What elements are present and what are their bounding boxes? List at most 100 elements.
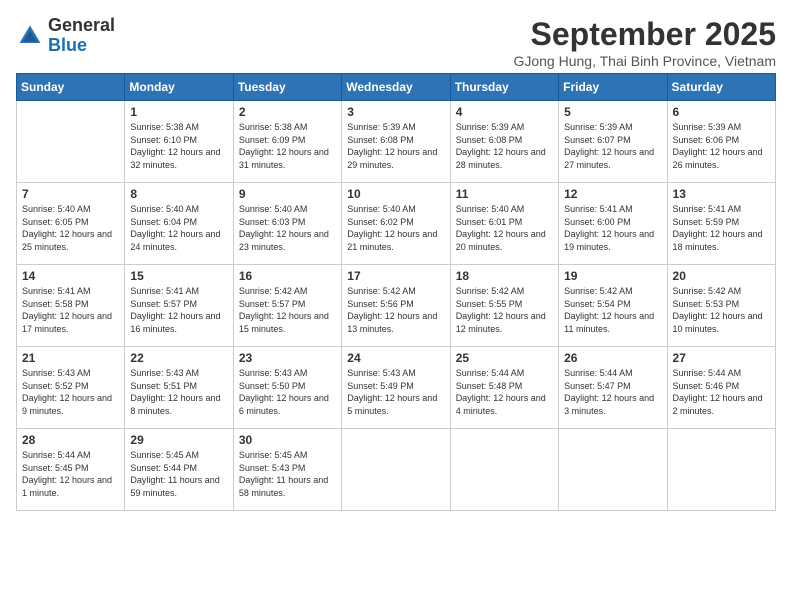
day-info: Sunrise: 5:39 AMSunset: 6:08 PMDaylight:…	[456, 121, 553, 171]
week-row-1: 1Sunrise: 5:38 AMSunset: 6:10 PMDaylight…	[17, 101, 776, 183]
day-info: Sunrise: 5:45 AMSunset: 5:43 PMDaylight:…	[239, 449, 336, 499]
column-header-thursday: Thursday	[450, 74, 558, 101]
day-info: Sunrise: 5:43 AMSunset: 5:52 PMDaylight:…	[22, 367, 119, 417]
day-cell: 27 Sunrise: 5:44 AMSunset: 5:46 PMDayligh…	[667, 347, 775, 429]
header-row: SundayMondayTuesdayWednesdayThursdayFrid…	[17, 74, 776, 101]
day-number: 16	[239, 269, 336, 283]
day-cell: 2 Sunrise: 5:38 AMSunset: 6:09 PMDaylight…	[233, 101, 341, 183]
day-number: 28	[22, 433, 119, 447]
day-cell	[667, 429, 775, 511]
day-info: Sunrise: 5:38 AMSunset: 6:09 PMDaylight:…	[239, 121, 336, 171]
day-cell: 14Sunrise: 5:41 AMSunset: 5:58 PMDayligh…	[17, 265, 125, 347]
day-cell: 18 Sunrise: 5:42 AMSunset: 5:55 PMDayligh…	[450, 265, 558, 347]
day-info: Sunrise: 5:40 AMSunset: 6:01 PMDaylight:…	[456, 203, 553, 253]
day-info: Sunrise: 5:43 AMSunset: 5:49 PMDaylight:…	[347, 367, 444, 417]
day-number: 18	[456, 269, 553, 283]
day-cell: 21 Sunrise: 5:43 AMSunset: 5:52 PMDayligh…	[17, 347, 125, 429]
day-cell: 29 Sunrise: 5:45 AMSunset: 5:44 PMDayligh…	[125, 429, 233, 511]
column-header-friday: Friday	[559, 74, 667, 101]
day-cell: 15Sunrise: 5:41 AMSunset: 5:57 PMDayligh…	[125, 265, 233, 347]
day-number: 26	[564, 351, 661, 365]
day-info: Sunrise: 5:42 AMSunset: 5:55 PMDaylight:…	[456, 285, 553, 335]
column-header-saturday: Saturday	[667, 74, 775, 101]
day-cell: 12 Sunrise: 5:41 AMSunset: 6:00 PMDayligh…	[559, 183, 667, 265]
day-info: Sunrise: 5:41 AMSunset: 5:59 PMDaylight:…	[673, 203, 770, 253]
day-info: Sunrise: 5:40 AMSunset: 6:05 PMDaylight:…	[22, 203, 119, 253]
column-header-sunday: Sunday	[17, 74, 125, 101]
day-number: 21	[22, 351, 119, 365]
day-info: Sunrise: 5:42 AMSunset: 5:54 PMDaylight:…	[564, 285, 661, 335]
day-number: 5	[564, 105, 661, 119]
day-cell: 17 Sunrise: 5:42 AMSunset: 5:56 PMDayligh…	[342, 265, 450, 347]
day-info: Sunrise: 5:43 AMSunset: 5:51 PMDaylight:…	[130, 367, 227, 417]
day-info: Sunrise: 5:44 AMSunset: 5:46 PMDaylight:…	[673, 367, 770, 417]
day-number: 24	[347, 351, 444, 365]
day-info: Sunrise: 5:40 AMSunset: 6:03 PMDaylight:…	[239, 203, 336, 253]
day-cell: 13 Sunrise: 5:41 AMSunset: 5:59 PMDayligh…	[667, 183, 775, 265]
day-cell: 5 Sunrise: 5:39 AMSunset: 6:07 PMDaylight…	[559, 101, 667, 183]
day-number: 20	[673, 269, 770, 283]
day-number: 17	[347, 269, 444, 283]
day-number: 2	[239, 105, 336, 119]
month-title: September 2025	[513, 16, 776, 53]
logo-icon	[16, 22, 44, 50]
day-cell: 6Sunrise: 5:39 AMSunset: 6:06 PMDaylight…	[667, 101, 775, 183]
title-block: September 2025 GJong Hung, Thai Binh Pro…	[513, 16, 776, 69]
day-number: 30	[239, 433, 336, 447]
page-header: General Blue September 2025 GJong Hung, …	[16, 16, 776, 69]
day-info: Sunrise: 5:39 AMSunset: 6:07 PMDaylight:…	[564, 121, 661, 171]
logo-text: General Blue	[48, 16, 115, 56]
day-info: Sunrise: 5:40 AMSunset: 6:04 PMDaylight:…	[130, 203, 227, 253]
day-info: Sunrise: 5:41 AMSunset: 6:00 PMDaylight:…	[564, 203, 661, 253]
day-info: Sunrise: 5:42 AMSunset: 5:57 PMDaylight:…	[239, 285, 336, 335]
day-cell: 26 Sunrise: 5:44 AMSunset: 5:47 PMDayligh…	[559, 347, 667, 429]
day-cell	[17, 101, 125, 183]
day-number: 22	[130, 351, 227, 365]
day-number: 14	[22, 269, 119, 283]
day-number: 29	[130, 433, 227, 447]
day-cell: 9 Sunrise: 5:40 AMSunset: 6:03 PMDaylight…	[233, 183, 341, 265]
day-number: 10	[347, 187, 444, 201]
day-info: Sunrise: 5:45 AMSunset: 5:44 PMDaylight:…	[130, 449, 227, 499]
day-number: 23	[239, 351, 336, 365]
day-info: Sunrise: 5:39 AMSunset: 6:08 PMDaylight:…	[347, 121, 444, 171]
day-cell	[450, 429, 558, 511]
column-header-wednesday: Wednesday	[342, 74, 450, 101]
day-number: 3	[347, 105, 444, 119]
week-row-5: 28 Sunrise: 5:44 AMSunset: 5:45 PMDayligh…	[17, 429, 776, 511]
location-subtitle: GJong Hung, Thai Binh Province, Vietnam	[513, 53, 776, 69]
day-cell: 10Sunrise: 5:40 AMSunset: 6:02 PMDayligh…	[342, 183, 450, 265]
day-number: 11	[456, 187, 553, 201]
day-number: 9	[239, 187, 336, 201]
day-cell: 8Sunrise: 5:40 AMSunset: 6:04 PMDaylight…	[125, 183, 233, 265]
day-info: Sunrise: 5:42 AMSunset: 5:56 PMDaylight:…	[347, 285, 444, 335]
week-row-3: 14Sunrise: 5:41 AMSunset: 5:58 PMDayligh…	[17, 265, 776, 347]
day-info: Sunrise: 5:42 AMSunset: 5:53 PMDaylight:…	[673, 285, 770, 335]
day-info: Sunrise: 5:44 AMSunset: 5:47 PMDaylight:…	[564, 367, 661, 417]
day-number: 7	[22, 187, 119, 201]
day-number: 4	[456, 105, 553, 119]
day-number: 12	[564, 187, 661, 201]
column-header-monday: Monday	[125, 74, 233, 101]
day-number: 15	[130, 269, 227, 283]
day-cell: 1Sunrise: 5:38 AMSunset: 6:10 PMDaylight…	[125, 101, 233, 183]
day-cell: 7 Sunrise: 5:40 AMSunset: 6:05 PMDaylight…	[17, 183, 125, 265]
day-number: 1	[130, 105, 227, 119]
day-number: 13	[673, 187, 770, 201]
day-cell	[342, 429, 450, 511]
day-cell: 16 Sunrise: 5:42 AMSunset: 5:57 PMDayligh…	[233, 265, 341, 347]
day-number: 19	[564, 269, 661, 283]
day-cell: 24 Sunrise: 5:43 AMSunset: 5:49 PMDayligh…	[342, 347, 450, 429]
day-info: Sunrise: 5:44 AMSunset: 5:48 PMDaylight:…	[456, 367, 553, 417]
day-cell: 4 Sunrise: 5:39 AMSunset: 6:08 PMDaylight…	[450, 101, 558, 183]
day-cell: 28 Sunrise: 5:44 AMSunset: 5:45 PMDayligh…	[17, 429, 125, 511]
day-number: 27	[673, 351, 770, 365]
logo: General Blue	[16, 16, 115, 56]
day-cell: 22 Sunrise: 5:43 AMSunset: 5:51 PMDayligh…	[125, 347, 233, 429]
day-cell: 20 Sunrise: 5:42 AMSunset: 5:53 PMDayligh…	[667, 265, 775, 347]
day-cell: 25Sunrise: 5:44 AMSunset: 5:48 PMDayligh…	[450, 347, 558, 429]
calendar-table: SundayMondayTuesdayWednesdayThursdayFrid…	[16, 73, 776, 511]
day-cell: 30 Sunrise: 5:45 AMSunset: 5:43 PMDayligh…	[233, 429, 341, 511]
day-info: Sunrise: 5:44 AMSunset: 5:45 PMDaylight:…	[22, 449, 119, 499]
day-cell: 23Sunrise: 5:43 AMSunset: 5:50 PMDayligh…	[233, 347, 341, 429]
